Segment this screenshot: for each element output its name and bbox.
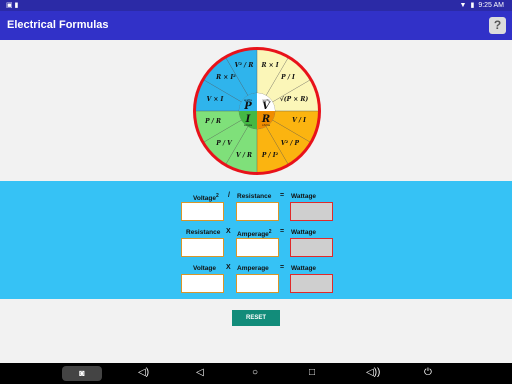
operator-equals: = <box>280 264 285 271</box>
status-time: 9:25 AM <box>478 1 504 9</box>
status-bar: ▣ ▮ ▼ ▮ 9:25 AM <box>0 0 512 11</box>
formula-p-over-i: P / I <box>280 74 295 81</box>
formula-v2-over-p: V² / P <box>281 140 300 147</box>
wattage-output <box>290 202 333 221</box>
center-var-v: V <box>262 101 271 112</box>
resistance-input[interactable] <box>181 238 224 257</box>
formula-wheel: P V I R watts volts amps ohms R × I P / … <box>193 47 321 175</box>
label-wattage: Wattage <box>291 193 317 200</box>
label-voltage: Voltage2 <box>193 193 219 203</box>
battery-icon: ▮ <box>470 2 475 9</box>
calculator-panel: Voltage2 / Resistance = Wattage Resistan… <box>0 181 512 299</box>
center-unit-watts: watts <box>244 98 253 102</box>
wifi-icon: ▼ <box>459 1 467 9</box>
label-amperage: Amperage2 <box>237 229 272 239</box>
center-unit-ohms: ohms <box>262 123 271 127</box>
recents-icon[interactable]: □ <box>309 367 315 379</box>
app-title: Electrical Formulas <box>7 19 109 31</box>
back-icon[interactable]: ◁ <box>196 367 204 379</box>
formula-v-over-i: V / I <box>292 117 306 124</box>
formula-v-over-r: V / R <box>236 152 252 159</box>
label-wattage: Wattage <box>291 229 317 236</box>
center-unit-amps: amps <box>244 123 253 127</box>
help-button[interactable]: ? <box>489 17 506 34</box>
operator-divide: / <box>228 192 230 199</box>
amperage-input[interactable] <box>236 238 279 257</box>
operator-equals: = <box>280 192 285 199</box>
operator-multiply: X <box>226 264 231 271</box>
wattage-output <box>290 238 333 257</box>
status-right: ▼ ▮ 9:25 AM <box>459 1 504 10</box>
formula-r-times-i: R × I <box>261 62 279 69</box>
wattage-output <box>290 274 333 293</box>
voltage-input[interactable] <box>181 202 224 221</box>
label-resistance: Resistance <box>237 193 272 200</box>
volume-down-icon[interactable]: ◁) <box>138 367 149 379</box>
notification-icons: ▣ ▮ <box>6 2 19 9</box>
help-icon: ? <box>493 18 502 32</box>
label-voltage: Voltage <box>193 265 216 272</box>
formula-r-times-i2: R × I² <box>215 74 236 81</box>
formula-p-over-r: P / R <box>204 118 221 125</box>
center-var-p: P <box>243 101 252 112</box>
label-amperage: Amperage <box>237 265 269 272</box>
camera-icon[interactable]: ◙ <box>62 366 102 381</box>
resistance-input[interactable] <box>236 202 279 221</box>
power-icon[interactable]: ⏻ <box>424 367 432 379</box>
formula-p-over-i2: P / I² <box>261 152 279 159</box>
home-icon[interactable]: ○ <box>252 367 258 379</box>
formula-sqrt-pr: √(P × R) <box>280 96 308 103</box>
operator-multiply: X <box>226 228 231 235</box>
formula-v-times-i: V × I <box>207 96 224 103</box>
formula-p-over-v: P / V <box>215 140 233 147</box>
formula-v2-over-r: V² / R <box>235 62 254 69</box>
app-bar: Electrical Formulas ? <box>0 11 512 40</box>
amperage-input[interactable] <box>236 274 279 293</box>
volume-up-icon[interactable]: ◁)) <box>366 367 380 379</box>
label-wattage: Wattage <box>291 265 317 272</box>
center-unit-volts: volts <box>262 98 270 102</box>
operator-equals: = <box>280 228 285 235</box>
voltage-input[interactable] <box>181 274 224 293</box>
reset-button[interactable]: RESET <box>232 310 280 326</box>
navigation-bar: ◙ ◁) ◁ ○ □ ◁)) ⏻ <box>0 363 512 384</box>
label-resistance: Resistance <box>186 229 221 236</box>
